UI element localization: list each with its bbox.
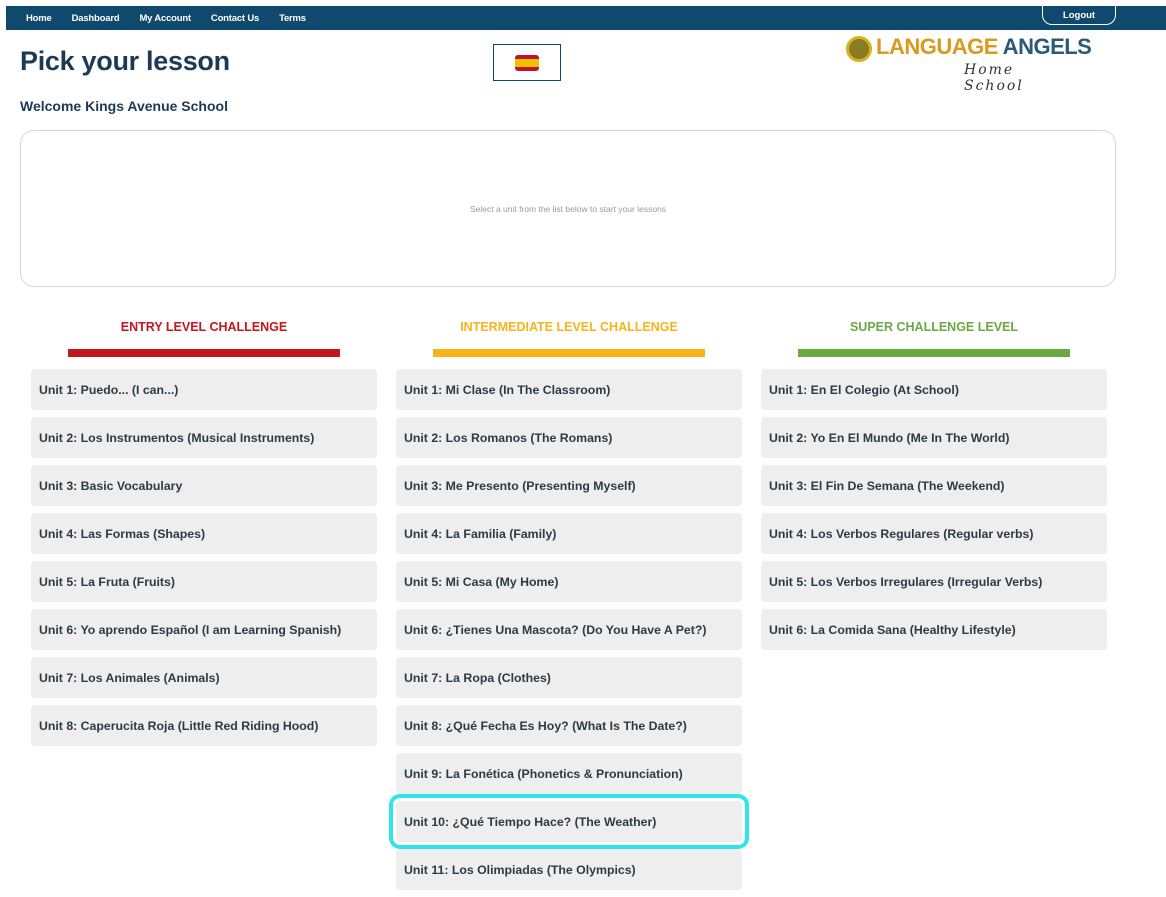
super-level-column: SUPER CHALLENGE LEVEL Unit 1: En El Cole…: [761, 318, 1107, 657]
intermediate-level-heading: INTERMEDIATE LEVEL CHALLENGE: [460, 320, 678, 334]
intermediate-unit-1[interactable]: Unit 1: Mi Clase (In The Classroom): [396, 369, 742, 410]
language-select-button[interactable]: [493, 44, 561, 81]
logo-subtitle: Home School: [964, 62, 1024, 94]
intermediate-unit-9[interactable]: Unit 9: La Fonética (Phonetics & Pronunc…: [396, 753, 742, 794]
super-unit-2[interactable]: Unit 2: Yo En El Mundo (Me In The World): [761, 417, 1107, 458]
intermediate-level-bar: [433, 349, 705, 357]
language-angels-logo: LANGUAGE ANGELS Home School: [846, 34, 1092, 94]
nav-contact-us-link[interactable]: Contact Us: [211, 13, 259, 24]
top-nav-links: Home Dashboard My Account Contact Us Ter…: [6, 6, 306, 30]
intermediate-unit-2[interactable]: Unit 2: Los Romanos (The Romans): [396, 417, 742, 458]
intermediate-unit-10[interactable]: Unit 10: ¿Qué Tiempo Hace? (The Weather): [389, 794, 749, 849]
super-unit-4[interactable]: Unit 4: Los Verbos Regulares (Regular ve…: [761, 513, 1107, 554]
nav-terms-link[interactable]: Terms: [279, 13, 306, 24]
super-level-heading: SUPER CHALLENGE LEVEL: [849, 320, 1019, 334]
entry-level-heading: ENTRY LEVEL CHALLENGE: [120, 320, 288, 334]
nav-home-link[interactable]: Home: [26, 13, 52, 24]
entry-unit-6[interactable]: Unit 6: Yo aprendo Español (I am Learnin…: [31, 609, 377, 650]
super-level-bar: [798, 349, 1070, 357]
page-title: Pick your lesson: [20, 46, 230, 76]
super-unit-1[interactable]: Unit 1: En El Colegio (At School): [761, 369, 1107, 410]
super-unit-5[interactable]: Unit 5: Los Verbos Irregulares (Irregula…: [761, 561, 1107, 602]
spain-flag-icon: [515, 54, 539, 71]
entry-unit-5[interactable]: Unit 5: La Fruta (Fruits): [31, 561, 377, 602]
super-unit-list: Unit 1: En El Colegio (At School) Unit 2:…: [761, 369, 1107, 650]
intermediate-level-column: INTERMEDIATE LEVEL CHALLENGE Unit 1: Mi …: [389, 318, 749, 897]
entry-unit-7[interactable]: Unit 7: Los Animales (Animals): [31, 657, 377, 698]
logo-brand-text: LANGUAGE ANGELS: [876, 34, 1092, 59]
lesson-info-panel: Select a unit from the list below to sta…: [20, 130, 1116, 287]
entry-level-column: ENTRY LEVEL CHALLENGE Unit 1: Puedo... (…: [31, 318, 377, 753]
intermediate-unit-list: Unit 1: Mi Clase (In The Classroom) Unit …: [389, 369, 749, 890]
intermediate-unit-11[interactable]: Unit 11: Los Olimpiadas (The Olympics): [396, 849, 742, 890]
welcome-message: Welcome Kings Avenue School: [20, 98, 228, 114]
intermediate-unit-6[interactable]: Unit 6: ¿Tienes Una Mascota? (Do You Hav…: [396, 609, 742, 650]
entry-unit-2[interactable]: Unit 2: Los Instrumentos (Musical Instru…: [31, 417, 377, 458]
intermediate-unit-5[interactable]: Unit 5: Mi Casa (My Home): [396, 561, 742, 602]
info-message: Select a unit from the list below to sta…: [469, 203, 667, 214]
logout-button[interactable]: Logout: [1042, 6, 1116, 25]
entry-unit-list: Unit 1: Puedo... (I can...) Unit 2: Los I…: [31, 369, 377, 746]
entry-unit-1[interactable]: Unit 1: Puedo... (I can...): [31, 369, 377, 410]
angel-logo-icon: [846, 36, 872, 62]
intermediate-unit-7[interactable]: Unit 7: La Ropa (Clothes): [396, 657, 742, 698]
top-navigation-bar: Home Dashboard My Account Contact Us Ter…: [6, 6, 1166, 30]
intermediate-unit-8[interactable]: Unit 8: ¿Qué Fecha Es Hoy? (What Is The …: [396, 705, 742, 746]
nav-my-account-link[interactable]: My Account: [139, 13, 191, 24]
nav-dashboard-link[interactable]: Dashboard: [72, 13, 120, 24]
entry-unit-4[interactable]: Unit 4: Las Formas (Shapes): [31, 513, 377, 554]
intermediate-unit-3[interactable]: Unit 3: Me Presento (Presenting Myself): [396, 465, 742, 506]
entry-unit-3[interactable]: Unit 3: Basic Vocabulary: [31, 465, 377, 506]
entry-unit-8[interactable]: Unit 8: Caperucita Roja (Little Red Ridi…: [31, 705, 377, 746]
entry-level-bar: [68, 349, 340, 357]
intermediate-unit-4[interactable]: Unit 4: La Familia (Family): [396, 513, 742, 554]
super-unit-3[interactable]: Unit 3: El Fin De Semana (The Weekend): [761, 465, 1107, 506]
super-unit-6[interactable]: Unit 6: La Comida Sana (Healthy Lifestyl…: [761, 609, 1107, 650]
